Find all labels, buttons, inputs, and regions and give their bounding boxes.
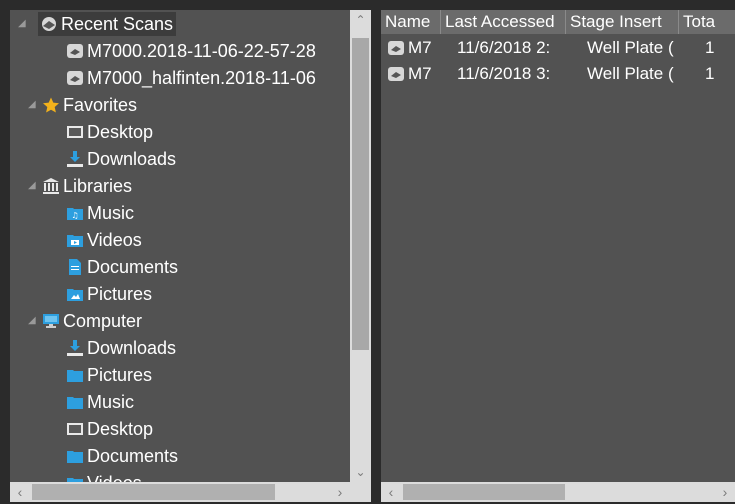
tree-item-downloads[interactable]: Downloads — [66, 335, 350, 361]
list-header: Name Last Accessed Stage Insert Tota — [381, 10, 735, 34]
expand-arrow-icon[interactable]: ◢ — [28, 100, 38, 110]
scroll-thumb[interactable] — [352, 38, 369, 350]
tree-item-libraries[interactable]: ◢ Libraries — [28, 173, 350, 199]
tree-item-label: Desktop — [87, 121, 154, 142]
navigation-tree-pane: ◢ Recent Scans M7000.2018-11-06-22-57-28… — [10, 10, 371, 502]
tree-item-music[interactable]: Music — [66, 389, 350, 415]
tree-item-label: Documents — [87, 256, 179, 277]
cell-stage-insert: Well Plate ( — [587, 64, 674, 83]
tree-item-videos[interactable]: Videos — [66, 470, 350, 482]
scroll-left-icon[interactable]: ‹ — [381, 482, 401, 502]
tree-item-label: Computer — [63, 310, 143, 331]
scroll-left-icon[interactable]: ‹ — [10, 482, 30, 502]
video-folder-icon — [66, 232, 84, 248]
column-header-last-accessed[interactable]: Last Accessed — [441, 10, 566, 34]
expand-arrow-icon[interactable]: ◢ — [28, 181, 38, 191]
tree-item-music[interactable]: ♫ Music — [66, 200, 350, 226]
tree-item-label: M7000.2018-11-06-22-57-28 — [87, 40, 316, 61]
scroll-right-icon[interactable]: › — [715, 482, 735, 502]
tree-item-label: Favorites — [63, 94, 138, 115]
scan-file-icon — [66, 70, 84, 86]
row-name: M7 — [408, 38, 432, 57]
cell-last-accessed: 11/6/2018 2: — [457, 38, 551, 57]
tree-item-label: Desktop — [87, 418, 154, 439]
star-icon — [42, 97, 60, 113]
cell-last-accessed: 11/6/2018 3: — [457, 64, 551, 83]
tree-vertical-scrollbar[interactable]: ⌃ ⌄ — [350, 10, 371, 482]
tree-item-label: Videos — [87, 473, 142, 483]
table-row[interactable]: M7 11/6/2018 2: Well Plate ( 1 — [381, 36, 735, 60]
folder-icon — [66, 394, 84, 410]
column-header-total[interactable]: Tota — [679, 10, 727, 34]
cell-total: 1 — [705, 64, 715, 83]
tree-item-scan-file[interactable]: M7000.2018-11-06-22-57-28 — [66, 38, 350, 64]
tree-item-computer[interactable]: ◢ Computer — [28, 308, 350, 334]
expand-arrow-icon[interactable]: ◢ — [18, 19, 28, 29]
scroll-thumb[interactable] — [403, 484, 565, 500]
tree-item-videos[interactable]: Videos — [66, 227, 350, 253]
cell-stage-insert: Well Plate ( — [587, 38, 674, 57]
desktop-icon — [66, 124, 84, 140]
scroll-thumb[interactable] — [32, 484, 275, 500]
scan-file-icon — [387, 40, 405, 56]
tree-item-label: Pictures — [87, 283, 153, 304]
svg-text:♫: ♫ — [71, 211, 78, 220]
library-icon — [42, 178, 60, 194]
tree-item-label: Documents — [87, 445, 179, 466]
table-row[interactable]: M7 11/6/2018 3: Well Plate ( 1 — [381, 62, 735, 86]
tree-item-label: Libraries — [63, 175, 133, 196]
computer-icon — [42, 313, 60, 329]
file-list-pane: Name Last Accessed Stage Insert Tota M7 … — [381, 10, 735, 502]
tree-item-label: Recent Scans — [61, 13, 174, 34]
scan-file-icon — [66, 43, 84, 59]
tree-item-label: M7000_halfinten.2018-11-06 — [87, 67, 316, 88]
tree-item-recent-scans[interactable]: ◢ Recent Scans — [18, 11, 350, 37]
tree-item-pictures[interactable]: Pictures — [66, 281, 350, 307]
cell-name: M7 — [381, 36, 447, 60]
tree-item-label: Pictures — [87, 364, 153, 385]
tree-item-scan-file[interactable]: M7000_halfinten.2018-11-06 — [66, 65, 350, 91]
scroll-up-icon[interactable]: ⌃ — [350, 10, 371, 30]
folder-icon — [66, 475, 84, 482]
tree-item-label: Downloads — [87, 337, 177, 358]
column-header-stage-insert[interactable]: Stage Insert — [566, 10, 679, 34]
music-folder-icon: ♫ — [66, 205, 84, 221]
list-horizontal-scrollbar[interactable]: ‹ › — [381, 482, 735, 502]
folder-icon — [66, 448, 84, 464]
document-icon — [66, 259, 84, 275]
tree-item-label: Downloads — [87, 148, 177, 169]
scan-icon — [40, 16, 58, 32]
cell-name: M7 — [381, 62, 447, 86]
tree-horizontal-scrollbar[interactable]: ‹ › — [10, 482, 371, 502]
download-icon — [66, 151, 84, 167]
tree-item-label: Music — [87, 391, 135, 412]
tree-item-downloads[interactable]: Downloads — [66, 146, 350, 172]
column-header-name[interactable]: Name — [381, 10, 441, 34]
tree-item-label: Music — [87, 202, 135, 223]
desktop-icon — [66, 421, 84, 437]
tree-item-documents[interactable]: Documents — [66, 254, 350, 280]
scan-file-icon — [387, 66, 405, 82]
download-icon — [66, 340, 84, 356]
scroll-down-icon[interactable]: ⌄ — [350, 462, 371, 482]
tree-item-desktop[interactable]: Desktop — [66, 119, 350, 145]
tree-item-pictures[interactable]: Pictures — [66, 362, 350, 388]
tree-item-label: Videos — [87, 229, 142, 250]
folder-icon — [66, 367, 84, 383]
navigation-tree: ◢ Recent Scans M7000.2018-11-06-22-57-28… — [10, 10, 350, 482]
cell-total: 1 — [705, 38, 715, 57]
row-name: M7 — [408, 64, 432, 83]
pictures-folder-icon — [66, 286, 84, 302]
tree-item-desktop[interactable]: Desktop — [66, 416, 350, 442]
expand-arrow-icon[interactable]: ◢ — [28, 316, 38, 326]
tree-item-favorites[interactable]: ◢ Favorites — [28, 92, 350, 118]
scroll-right-icon[interactable]: › — [330, 482, 350, 502]
tree-item-documents[interactable]: Documents — [66, 443, 350, 469]
